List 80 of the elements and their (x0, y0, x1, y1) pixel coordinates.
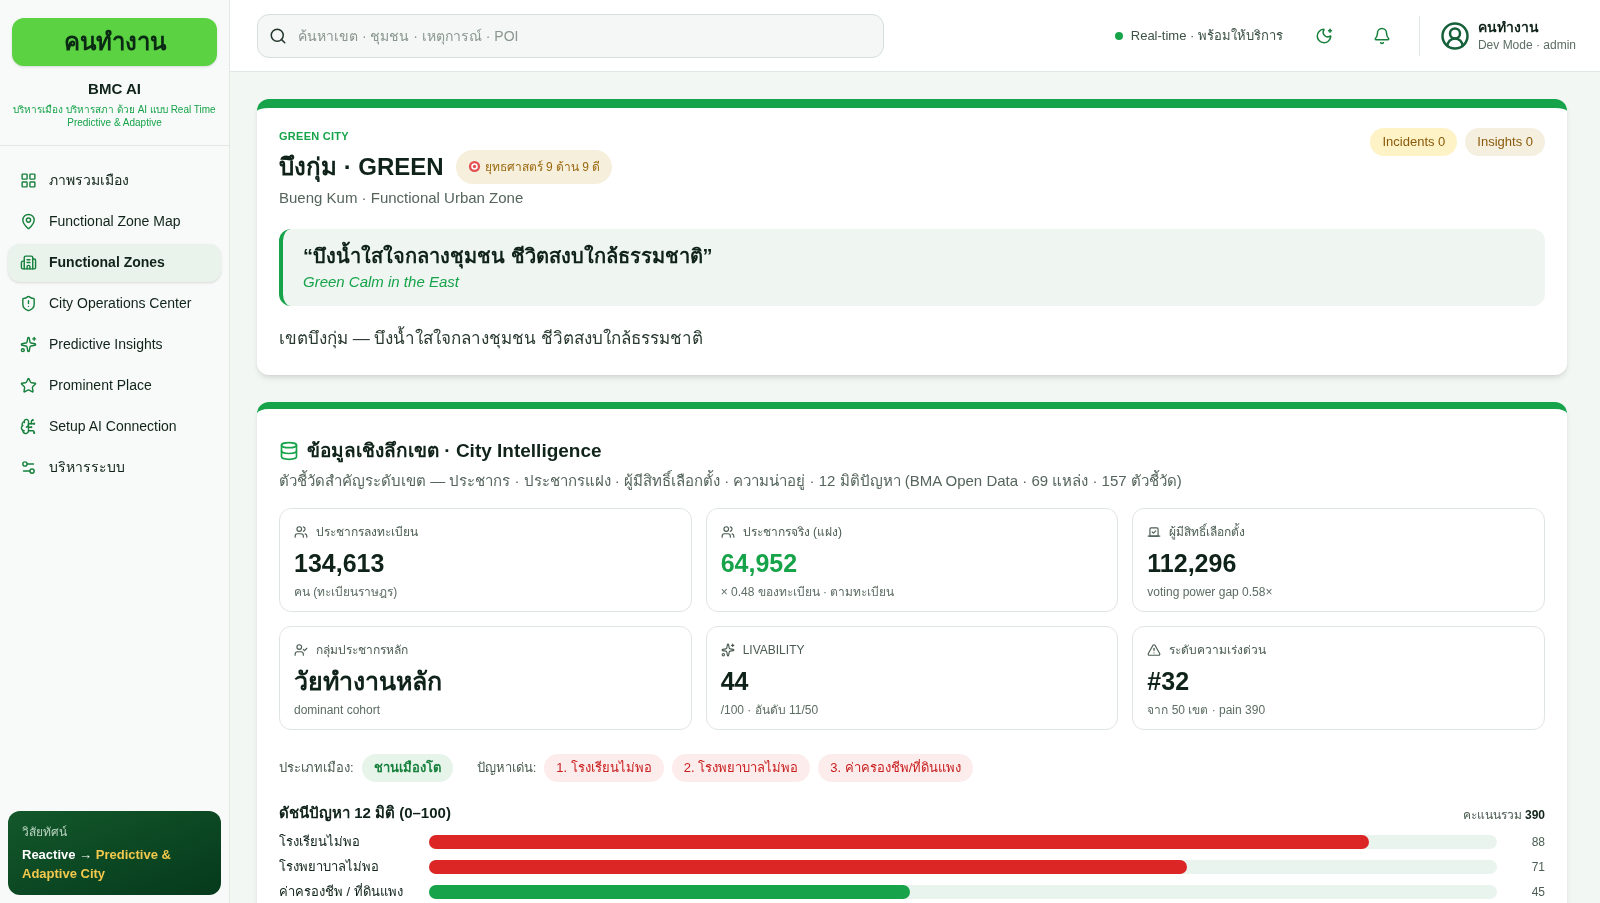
section-title: ข้อมูลเชิงลึกเขต · City Intelligence (307, 439, 602, 465)
nav-item[interactable]: Functional Zone Map (8, 202, 221, 241)
logo: คนทำงาน (12, 18, 217, 66)
index-label: โรงพยาบาลไม่พอ (279, 857, 380, 876)
stat-note: dominant cohort (294, 701, 382, 719)
nav-item[interactable]: บริหารระบบ (8, 448, 221, 487)
city-type-label: ประเภทเมือง: (279, 759, 354, 777)
search-field[interactable]: ค้นหาเขต · ชุมชน · เหตุการณ์ · POI (257, 13, 884, 58)
stat-value: 134,613 (294, 548, 386, 579)
stat-label: LIVABILITY (742, 642, 805, 659)
stat-note: คน (ทะเบียนราษฎร) (294, 583, 399, 601)
shield-icon (20, 295, 37, 312)
stat-label: ระดับความเร่งด่วน (1169, 642, 1267, 659)
index-value: 45 (1530, 883, 1545, 901)
sparkles-icon (20, 336, 37, 353)
avatar-icon[interactable] (1439, 20, 1470, 51)
zone-eyebrow: GREEN CITY (279, 129, 350, 144)
stat-value: วัยทำงานหลัก (294, 666, 443, 697)
stat-value: 44 (720, 666, 750, 697)
problem-tag: 3. ค่าครองชีพ/ที่ดินแพง (818, 754, 974, 782)
nav-item[interactable]: ภาพรวมเมือง (8, 161, 221, 200)
notification-bell-icon[interactable] (1372, 26, 1391, 45)
stat-label: กลุ่มประชากรหลัก (316, 642, 408, 659)
target-icon (467, 160, 481, 173)
index-total: คะแนนรวม 390 (1462, 807, 1545, 824)
users-icon (720, 525, 735, 539)
stat-value: 64,952 (720, 548, 799, 579)
nav-item[interactable]: Functional Zones (8, 243, 221, 282)
problem-tag: 1. โรงเรียนไม่พอ (544, 754, 664, 782)
zone-quote-english: Green Calm in the East (303, 272, 461, 292)
sparkles-icon (720, 643, 735, 657)
problems-label: ปัญหาเด่น: (476, 759, 537, 777)
grid-icon (20, 172, 37, 189)
nav-item[interactable]: Prominent Place (8, 366, 221, 405)
zone-subtitle: Bueng Kum · Functional Urban Zone (279, 187, 525, 208)
brand-name: BMC AI (88, 79, 141, 99)
section-subtitle: ตัวชี้วัดสำคัญระดับเขต — ประชากร · ประชากรแฝง · ผู้มีสิทธิ์เลือกตั้ง · ความน่าอยู่ · 12 มิติปัญหา (BMA Open Data · 69 แหล่ง · 157 ตัวชี้วัด) (279, 469, 1183, 492)
user-check-icon (294, 643, 308, 657)
index-label: ค่าครองชีพ / ที่ดินแพง (279, 882, 404, 901)
index-title: ดัชนีปัญหา 12 มิติ (0–100) (279, 802, 451, 824)
nav-item[interactable]: Predictive Insights (8, 325, 221, 364)
stat-value: #32 (1147, 666, 1191, 697)
search-icon (269, 26, 287, 45)
counter-badge: Insights 0 (1465, 128, 1545, 156)
strategy-badge: ยุทธศาสตร์ 9 ด้าน 9 ดี (455, 149, 613, 184)
moon-icon[interactable] (1314, 26, 1333, 45)
zone-description: เขตบึงกุ่ม — บึงน้ำใสใจกลางชุมชน ชีวิตสงบใกล้ธรรมชาติ (279, 325, 705, 351)
vision-text: Reactive → Predictive & Adaptive City (22, 846, 172, 883)
map-pin-icon (20, 213, 37, 230)
stat-label: ประชากรจริง (แฝง) (742, 524, 842, 541)
vision-label: วิสัยทัศน์ (22, 824, 68, 841)
stat-label: ประชากรลงทะเบียน (316, 524, 418, 541)
index-value: 88 (1530, 833, 1545, 851)
nav-item[interactable]: Setup AI Connection (8, 407, 221, 446)
stat-label: ผู้มีสิทธิ์เลือกตั้ง (1169, 523, 1246, 541)
users-icon (294, 525, 308, 539)
tagline: บริหารเมือง บริหารสภา ด้วย AI แบบ Real Time Predictive & Adaptive (12, 102, 217, 129)
nav-item[interactable]: City Operations Center (8, 284, 221, 323)
stat-note: voting power gap 0.58× (1147, 583, 1274, 601)
stat-note: /100 · อันดับ 11/50 (720, 701, 820, 719)
building-icon (20, 254, 37, 271)
stat-note: จาก 50 เขต · pain 390 (1147, 701, 1267, 719)
counter-badge: Incidents 0 (1370, 128, 1458, 156)
index-label: โรงเรียนไม่พอ (279, 832, 361, 851)
stat-note: × 0.48 ของทะเบียน · ตามทะเบียน (720, 583, 896, 601)
index-value: 71 (1530, 858, 1545, 876)
problem-tag: 2. โรงพยาบาลไม่พอ (671, 754, 811, 782)
warning-icon (1147, 643, 1162, 657)
zone-quote: “บึงน้ำใสใจกลางชุมชน ชีวิตสงบใกล้ธรรมชาติ” (303, 241, 1525, 271)
status-text: Real-time · พร้อมให้บริการ (1130, 26, 1283, 45)
stat-value: 112,296 (1147, 548, 1238, 579)
brain-icon (20, 418, 37, 435)
star-icon (20, 377, 37, 394)
city-type-tag: ชานเมืองโต (361, 754, 453, 782)
user-role: Dev Mode · admin (1477, 36, 1576, 54)
zone-title: บึงกุ่ม · GREEN (279, 151, 444, 184)
ballot-box-icon (1147, 525, 1162, 539)
database-icon (279, 441, 299, 462)
user-name: คนทำงาน (1477, 17, 1540, 36)
sliders-icon (20, 459, 37, 476)
